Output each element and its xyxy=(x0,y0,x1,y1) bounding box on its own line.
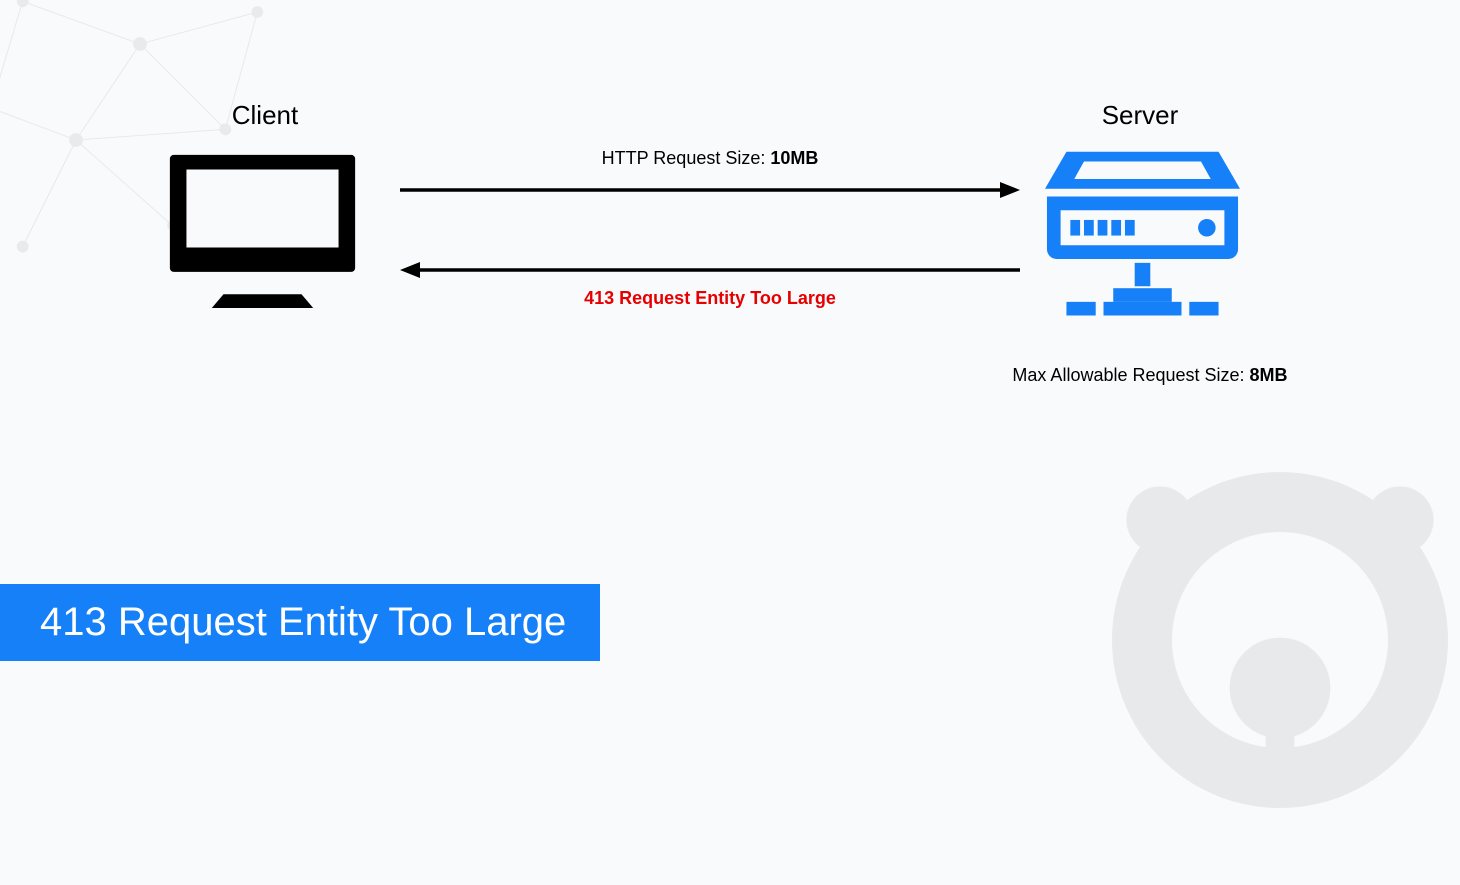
request-size-prefix: HTTP Request Size: xyxy=(602,148,771,168)
client-label: Client xyxy=(165,100,365,131)
request-size-label: HTTP Request Size: 10MB xyxy=(400,148,1020,169)
title-banner: 413 Request Entity Too Large xyxy=(0,584,600,661)
monitor-icon xyxy=(165,150,360,315)
max-request-value: 8MB xyxy=(1250,365,1288,385)
diagram-canvas: Client Server xyxy=(0,0,1460,730)
server-label: Server xyxy=(1040,100,1240,131)
server-icon xyxy=(1045,140,1240,325)
request-size-value: 10MB xyxy=(770,148,818,168)
max-request-prefix: Max Allowable Request Size: xyxy=(1012,365,1249,385)
max-request-label: Max Allowable Request Size: 8MB xyxy=(990,365,1310,386)
request-arrow xyxy=(400,180,1020,200)
response-arrow xyxy=(400,260,1020,280)
response-error-label: 413 Request Entity Too Large xyxy=(400,288,1020,309)
